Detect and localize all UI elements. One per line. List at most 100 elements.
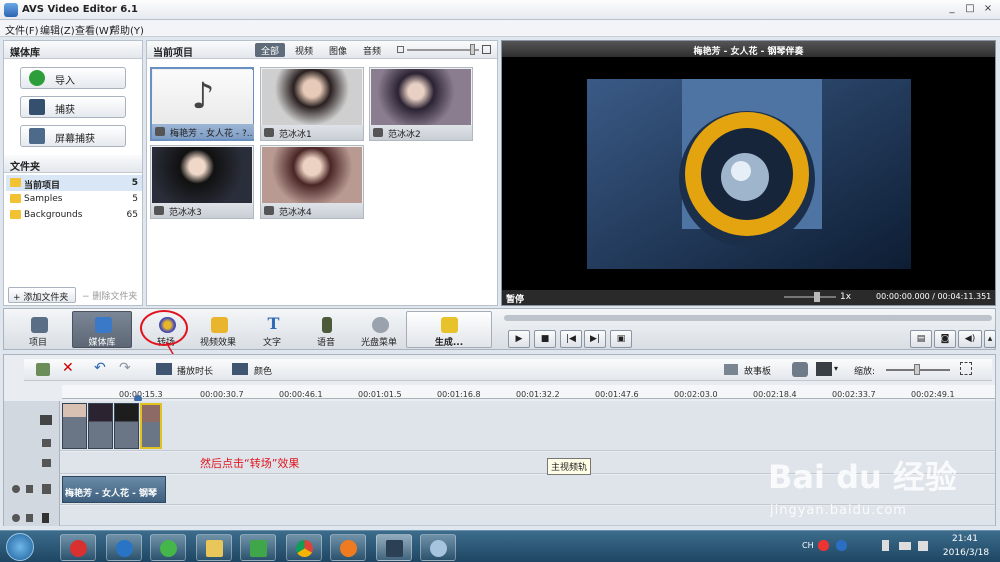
project-button[interactable]: 项目 — [8, 311, 68, 348]
photo-thumbnail — [371, 69, 471, 125]
media-item-audio[interactable]: ♪ 梅艳芳 - 女人花 - ?.. — [150, 67, 254, 141]
image-type-icon — [373, 128, 383, 137]
delete-icon[interactable]: ✕ — [62, 360, 74, 376]
tab-video[interactable]: 视频 — [289, 43, 319, 57]
import-button[interactable]: 导入 — [20, 67, 126, 89]
taskbar-app[interactable] — [330, 534, 366, 561]
taskbar-app[interactable] — [106, 534, 142, 561]
help-tray-icon[interactable] — [836, 540, 847, 551]
tab-image[interactable]: 图像 — [323, 43, 353, 57]
ruler-label: 00:02:03.0 — [674, 390, 718, 399]
fit-timeline-icon[interactable] — [960, 362, 972, 375]
timeline-clip-selected[interactable] — [140, 403, 162, 449]
close-button[interactable]: × — [980, 3, 996, 16]
media-item-image[interactable]: 范冰冰2 — [369, 67, 473, 141]
taskbar-app[interactable] — [420, 534, 456, 561]
voice-button[interactable]: 语音 — [296, 311, 356, 348]
storyboard-button[interactable]: 故事板 — [744, 364, 771, 377]
network-icon[interactable] — [899, 542, 911, 550]
small-size-icon[interactable] — [397, 46, 404, 53]
thumbnail-size-slider[interactable] — [407, 49, 479, 51]
taskbar-app[interactable] — [196, 534, 232, 561]
split-icon[interactable] — [36, 363, 50, 376]
media-library-button[interactable]: 媒体库 — [72, 311, 132, 348]
snapshot-button[interactable]: ◙ — [934, 330, 956, 348]
taskbar-app[interactable] — [150, 534, 186, 561]
speaker-settings-icon[interactable] — [792, 362, 808, 377]
monitor-icon[interactable] — [816, 362, 832, 376]
input-language[interactable]: CH — [802, 541, 814, 550]
lock-icon[interactable] — [26, 514, 33, 522]
menu-view[interactable]: 查看(W) — [75, 22, 113, 37]
lock-icon[interactable] — [26, 485, 33, 493]
media-label: 范冰冰3 — [169, 208, 202, 218]
media-item-image[interactable]: 范冰冰1 — [260, 67, 364, 141]
device-tray-icon[interactable] — [882, 540, 889, 551]
taskbar-app-active[interactable] — [376, 534, 412, 561]
folder-icon — [10, 194, 21, 203]
effects-track-icon — [42, 459, 51, 467]
timeline-clip[interactable] — [88, 403, 113, 449]
next-frame-button[interactable]: ▶| — [584, 330, 606, 348]
text-button[interactable]: T 文字 — [242, 311, 302, 348]
maximize-button[interactable]: □ — [962, 3, 978, 16]
screen-capture-button[interactable]: 屏幕捕获 — [20, 125, 126, 147]
delete-folder-button[interactable]: − 删除文件夹 — [78, 287, 140, 303]
monitor-dropdown[interactable]: ▾ — [834, 364, 838, 373]
produce-button[interactable]: 生成... — [406, 311, 492, 348]
playback-seek-bar[interactable] — [504, 315, 992, 321]
disc-menu-button[interactable]: 光盘菜单 — [349, 311, 409, 348]
menu-file[interactable]: 文件(F) — [5, 22, 39, 37]
redo-icon[interactable]: ↷ — [119, 360, 131, 376]
eye-icon[interactable] — [12, 485, 20, 493]
speed-slider-thumb[interactable] — [814, 292, 820, 302]
tab-all[interactable]: 全部 — [255, 43, 286, 57]
image-type-icon — [264, 128, 274, 137]
zoom-slider-thumb[interactable] — [914, 364, 920, 375]
media-label: 范冰冰1 — [279, 130, 312, 140]
clock-time: 21:41 — [952, 534, 978, 544]
folder-name: 当前项目 — [24, 181, 61, 191]
display-settings-button[interactable]: ▤ — [910, 330, 932, 348]
menu-edit[interactable]: 编辑(Z) — [40, 22, 75, 37]
taskbar-app[interactable] — [286, 534, 322, 561]
media-item-image[interactable]: 范冰冰3 — [150, 145, 254, 219]
large-size-icon[interactable] — [482, 45, 491, 54]
media-label: 梅艳芳 - 女人花 - ?.. — [170, 129, 253, 139]
fullscreen-button[interactable]: ▣ — [610, 330, 632, 348]
timeline-clip[interactable] — [62, 403, 87, 449]
photo-thumbnail — [262, 147, 362, 203]
baidu-watermark-logo: Bai du 经验 — [768, 458, 957, 496]
volume-button[interactable]: ◀) — [958, 330, 982, 348]
media-item-image[interactable]: 范冰冰4 — [260, 145, 364, 219]
tab-audio[interactable]: 音频 — [357, 43, 387, 57]
play-button[interactable]: ▶ — [508, 330, 530, 348]
folder-backgrounds[interactable]: Backgrounds 65 — [6, 207, 142, 223]
duration-button[interactable]: 播放时长 — [177, 364, 213, 377]
taskbar-app[interactable] — [60, 534, 96, 561]
folder-current-project[interactable]: 当前项目 5 — [6, 175, 142, 191]
green-app-icon — [250, 540, 267, 557]
add-folder-button[interactable]: + 添加文件夹 — [8, 287, 76, 303]
previous-frame-button[interactable]: |◀ — [560, 330, 582, 348]
eye-icon[interactable] — [12, 514, 20, 522]
timeline-clip[interactable] — [114, 403, 139, 449]
start-button[interactable] — [6, 533, 34, 561]
color-button[interactable]: 颜色 — [254, 364, 272, 377]
slider-thumb[interactable] — [470, 44, 475, 55]
speed-slider[interactable] — [784, 296, 836, 298]
taskbar-app[interactable] — [240, 534, 276, 561]
timeline-toolbar: ✕ ↶ ↷ 播放时长 颜色 故事板 ▾ 缩放: — [24, 359, 992, 381]
mute-icon[interactable] — [42, 439, 51, 447]
ime-icon[interactable] — [818, 540, 829, 551]
folder-samples[interactable]: Samples 5 — [6, 191, 142, 207]
minimize-button[interactable]: _ — [944, 3, 960, 16]
undo-icon[interactable]: ↶ — [94, 360, 106, 376]
audio-clip[interactable]: 梅艳芳 - 女人花 - 钢琴 — [62, 476, 166, 503]
preview-panel: 梅艳芳 - 女人花 - 钢琴伴奏 暂停 1x 00:00:00.000 / 00… — [501, 40, 996, 306]
volume-dropdown[interactable]: ▴ — [984, 330, 996, 348]
volume-tray-icon[interactable] — [918, 541, 928, 551]
capture-button[interactable]: 捕获 — [20, 96, 126, 118]
stop-button[interactable]: ■ — [534, 330, 556, 348]
menu-help[interactable]: 帮助(Y) — [110, 22, 144, 37]
